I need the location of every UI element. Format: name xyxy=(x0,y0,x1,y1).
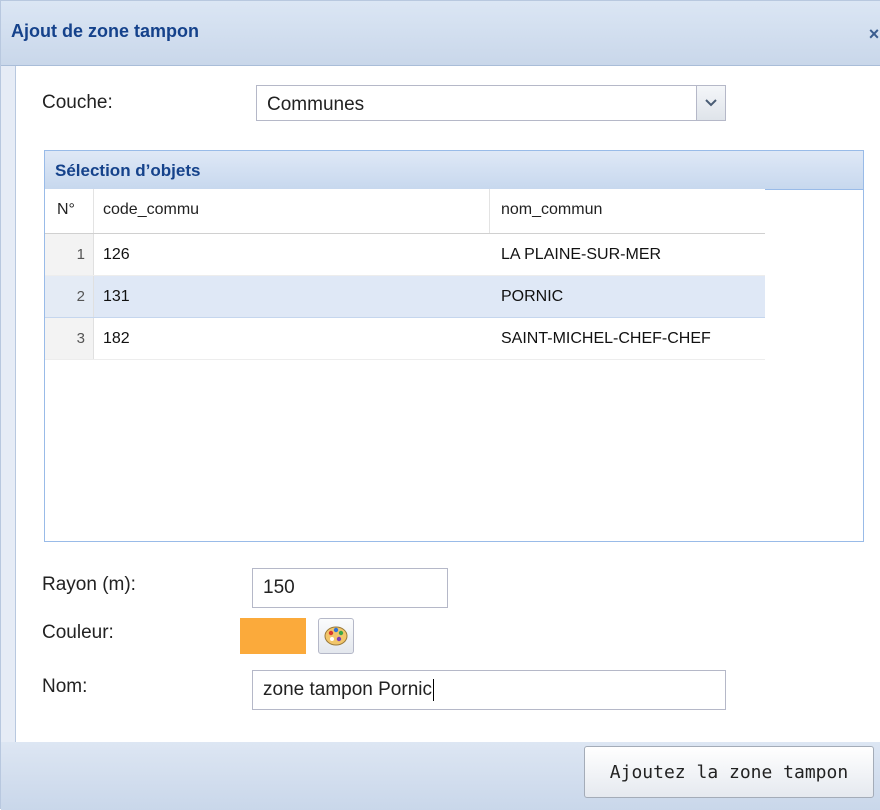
row-number-cell: 1 xyxy=(45,234,94,275)
column-number[interactable]: N° xyxy=(57,201,75,219)
close-icon[interactable]: × xyxy=(865,23,880,45)
grid-column-header: N° code_commu nom_commun xyxy=(45,189,765,234)
dialog-body: Couche: Communes Sélection d’objets N° c… xyxy=(15,66,880,742)
column-separator xyxy=(489,189,490,233)
grid-panel-header: Sélection d’objets xyxy=(45,151,863,190)
grid-panel-title: Sélection d’objets xyxy=(55,161,201,180)
row-number-cell: 2 xyxy=(45,276,94,317)
color-label: Couleur: xyxy=(42,622,114,643)
dialog-titlebar[interactable]: Ajout de zone tampon × xyxy=(1,1,880,66)
row-number: 3 xyxy=(76,330,85,347)
column-separator xyxy=(93,189,94,233)
chevron-down-icon[interactable] xyxy=(696,86,725,120)
layer-value: Communes xyxy=(267,94,365,115)
nom-cell: PORNIC xyxy=(501,288,564,305)
object-selection-grid: Sélection d’objets N° code_commu nom_com… xyxy=(44,150,864,542)
name-input[interactable]: zone tampon Pornic xyxy=(252,670,726,710)
layer-combobox[interactable]: Communes xyxy=(256,85,726,121)
name-label: Nom: xyxy=(42,676,88,697)
table-row[interactable]: 3 182 SAINT-MICHEL-CHEF-CHEF xyxy=(45,318,765,360)
palette-icon[interactable] xyxy=(318,618,354,654)
nom-cell: LA PLAINE-SUR-MER xyxy=(501,246,662,263)
code-cell: 182 xyxy=(103,330,130,347)
color-swatch[interactable] xyxy=(240,618,306,654)
buffer-zone-dialog: Ajout de zone tampon × Couche: Communes … xyxy=(0,0,880,810)
text-cursor xyxy=(433,679,434,701)
column-code-commu[interactable]: code_commu xyxy=(103,201,199,219)
row-number: 1 xyxy=(76,246,85,263)
table-row[interactable]: 1 126 LA PLAINE-SUR-MER xyxy=(45,234,765,276)
radius-label: Rayon (m): xyxy=(42,574,136,595)
code-cell: 131 xyxy=(103,288,130,305)
row-number-cell: 3 xyxy=(45,318,94,359)
table-row[interactable]: 2 131 PORNIC xyxy=(45,276,765,318)
nom-cell: SAINT-MICHEL-CHEF-CHEF xyxy=(501,330,711,347)
row-number: 2 xyxy=(76,288,85,305)
dialog-title: Ajout de zone tampon xyxy=(11,21,199,41)
layer-label: Couche: xyxy=(42,92,113,113)
column-nom-commun[interactable]: nom_commun xyxy=(501,201,602,219)
add-buffer-zone-button[interactable]: Ajoutez la zone tampon xyxy=(584,746,874,798)
code-cell: 126 xyxy=(103,246,130,263)
radius-input[interactable]: 150 xyxy=(252,568,448,608)
radius-value: 150 xyxy=(263,577,295,598)
name-value: zone tampon Pornic xyxy=(263,679,432,701)
